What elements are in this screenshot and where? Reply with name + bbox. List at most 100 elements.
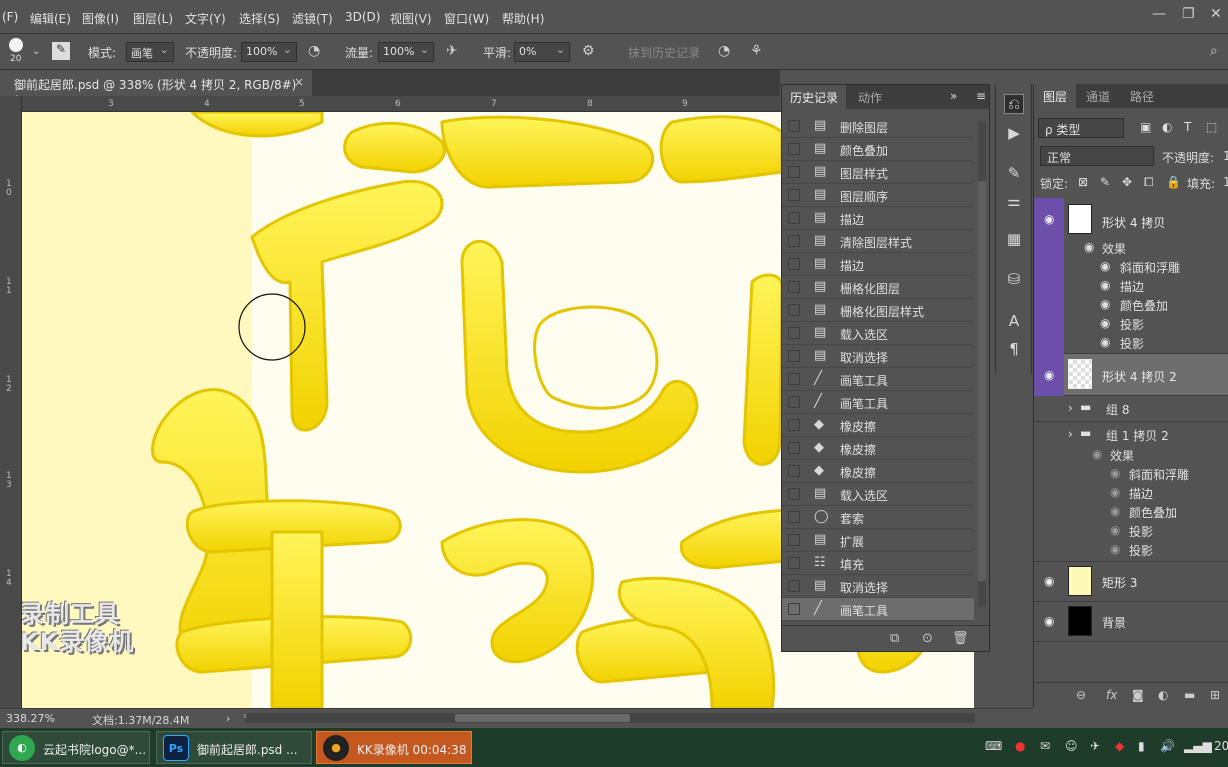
history-brush-source-checkbox[interactable]: [788, 580, 800, 592]
effect-item[interactable]: 斜面和浮雕: [1120, 259, 1180, 276]
history-brush-source-checkbox[interactable]: [788, 281, 800, 293]
document-tab[interactable]: 御前起居郎.psd @ 338% (形状 4 拷贝 2, RGB/8#) * ×: [0, 70, 312, 107]
layer-row[interactable]: ◉ 矩形 3: [1034, 562, 1228, 602]
eye-icon[interactable]: ◉: [1044, 614, 1054, 628]
history-state[interactable]: ╱ 画笔工具: [782, 391, 974, 414]
history-state[interactable]: ◆ 橡皮擦: [782, 414, 974, 437]
effect-item[interactable]: 描边: [1120, 278, 1144, 295]
zoom-level[interactable]: 338.27%: [6, 712, 55, 725]
eye-icon[interactable]: ◉: [1110, 466, 1120, 480]
history-state[interactable]: ▤ 取消选择: [782, 345, 974, 368]
new-layer-icon[interactable]: ⊞: [1210, 688, 1220, 702]
flow-field[interactable]: 100%: [378, 42, 434, 62]
tab-layers[interactable]: 图层: [1034, 84, 1077, 108]
menu-3d[interactable]: 3D(D): [345, 10, 380, 24]
character-panel-icon[interactable]: A: [1004, 312, 1024, 332]
menu-file[interactable]: (F): [2, 10, 18, 24]
effect-item[interactable]: 颜色叠加: [1129, 504, 1177, 521]
brush-preset-icon[interactable]: [9, 38, 23, 52]
gear-icon[interactable]: ⚙: [582, 43, 595, 59]
lock-paint-icon[interactable]: ✎: [1100, 175, 1110, 189]
tab-history[interactable]: 历史记录: [782, 85, 847, 109]
brush-panel-toggle-icon[interactable]: ✎: [52, 42, 70, 60]
eye-icon[interactable]: ◉: [1092, 447, 1102, 461]
history-brush-source-checkbox[interactable]: [788, 603, 800, 615]
history-state[interactable]: ╱ 画笔工具: [782, 368, 974, 391]
battery-icon[interactable]: ▮: [1138, 739, 1145, 753]
menu-window[interactable]: 窗口(W): [444, 10, 489, 27]
lock-all-icon[interactable]: 🔒: [1166, 175, 1181, 189]
network-share-icon[interactable]: ✈: [1090, 739, 1100, 753]
history-state[interactable]: ▤ 描边: [782, 207, 974, 230]
history-scroll-thumb[interactable]: [978, 181, 986, 581]
scroll-left-arrow[interactable]: ‹: [243, 709, 247, 722]
history-state[interactable]: ▤ 颜色叠加: [782, 138, 974, 161]
layer-opacity-value[interactable]: 1: [1223, 149, 1228, 163]
history-state[interactable]: ▤ 图层顺序: [782, 184, 974, 207]
effect-item[interactable]: 投影: [1129, 523, 1153, 540]
effect-item[interactable]: 投影: [1120, 335, 1144, 352]
history-brush-source-checkbox[interactable]: [788, 166, 800, 178]
add-mask-icon[interactable]: ◙: [1132, 688, 1144, 702]
fill-value[interactable]: 1: [1223, 175, 1228, 189]
history-state[interactable]: ◯ 套索: [782, 506, 974, 529]
history-state[interactable]: ◆ 橡皮擦: [782, 437, 974, 460]
actions-play-icon[interactable]: ▶: [1004, 124, 1024, 144]
eye-icon[interactable]: ◉: [1084, 240, 1094, 254]
eye-icon[interactable]: ◉: [1110, 504, 1120, 518]
history-brush-source-checkbox[interactable]: [788, 488, 800, 500]
lock-transparent-icon[interactable]: ⊠: [1078, 175, 1088, 189]
history-brush-source-checkbox[interactable]: [788, 534, 800, 546]
history-panel-icon[interactable]: ⎌: [1004, 94, 1024, 114]
keyboard-icon[interactable]: ⌨: [985, 739, 1002, 753]
history-state[interactable]: ▤ 载入选区: [782, 322, 974, 345]
history-brush-source-checkbox[interactable]: [788, 465, 800, 477]
layer-thumbnail[interactable]: [1068, 566, 1092, 596]
history-brush-source-checkbox[interactable]: [788, 258, 800, 270]
menu-layer[interactable]: 图层(L): [133, 10, 173, 27]
history-state[interactable]: ▤ 载入选区: [782, 483, 974, 506]
layer-filter-select[interactable]: ρ 类型: [1038, 118, 1124, 138]
minimize-button[interactable]: —: [1152, 6, 1166, 22]
history-state[interactable]: ╱ 画笔工具: [782, 598, 974, 621]
layer-name[interactable]: 背景: [1102, 614, 1126, 631]
eye-icon[interactable]: ◉: [1100, 316, 1110, 330]
grid-table-icon[interactable]: ▦: [1004, 230, 1024, 250]
history-state[interactable]: ▤ 取消选择: [782, 575, 974, 598]
history-brush-source-checkbox[interactable]: [788, 189, 800, 201]
history-state[interactable]: ◆ 橡皮擦: [782, 460, 974, 483]
history-brush-source-checkbox[interactable]: [788, 419, 800, 431]
filter-pixel-icon[interactable]: ▣: [1140, 120, 1151, 134]
eye-icon[interactable]: ◉: [1110, 485, 1120, 499]
history-state[interactable]: ▤ 扩展: [782, 529, 974, 552]
eye-icon[interactable]: ◉: [1110, 542, 1120, 556]
history-brush-source-checkbox[interactable]: [788, 350, 800, 362]
eye-icon[interactable]: ◉: [1100, 297, 1110, 311]
eye-icon[interactable]: ◉: [1044, 574, 1054, 588]
history-state[interactable]: ▤ 删除图层: [782, 115, 974, 138]
layer-name[interactable]: 组 1 拷贝 2: [1106, 427, 1169, 444]
menu-select[interactable]: 选择(S): [239, 10, 280, 27]
airbrush-icon[interactable]: ✈: [446, 43, 458, 59]
history-brush-source-checkbox[interactable]: [788, 304, 800, 316]
history-brush-source-checkbox[interactable]: [788, 235, 800, 247]
layer-name[interactable]: 形状 4 拷贝 2: [1102, 368, 1177, 385]
effect-item[interactable]: 颜色叠加: [1120, 297, 1168, 314]
effect-item[interactable]: 斜面和浮雕: [1129, 466, 1189, 483]
layer-group-row[interactable]: › ▬ 组 1 拷贝 2 ◉ 效果 ◉ 斜面和浮雕 ◉ 描边 ◉ 颜色叠加 ◉ …: [1034, 422, 1228, 562]
mode-select[interactable]: 画笔: [126, 42, 174, 62]
history-brush-source-checkbox[interactable]: [788, 557, 800, 569]
qq-icon[interactable]: ☺: [1065, 739, 1078, 753]
pressure-opacity-icon[interactable]: ◔: [308, 43, 320, 59]
security-icon[interactable]: ◆: [1115, 739, 1124, 753]
history-state[interactable]: ▤ 栅格化图层: [782, 276, 974, 299]
history-scrollbar[interactable]: [978, 121, 986, 607]
status-menu-arrow[interactable]: ›: [226, 712, 230, 725]
layer-group-row[interactable]: › ▬ 组 8: [1034, 396, 1228, 422]
effect-item[interactable]: 投影: [1120, 316, 1144, 333]
layer-thumbnail[interactable]: [1068, 606, 1092, 636]
cube-3d-icon[interactable]: ⛁: [1004, 270, 1024, 290]
antivirus-icon[interactable]: ●: [1015, 739, 1025, 753]
history-brush-source-checkbox[interactable]: [788, 511, 800, 523]
filter-type-icon[interactable]: T: [1184, 120, 1191, 134]
